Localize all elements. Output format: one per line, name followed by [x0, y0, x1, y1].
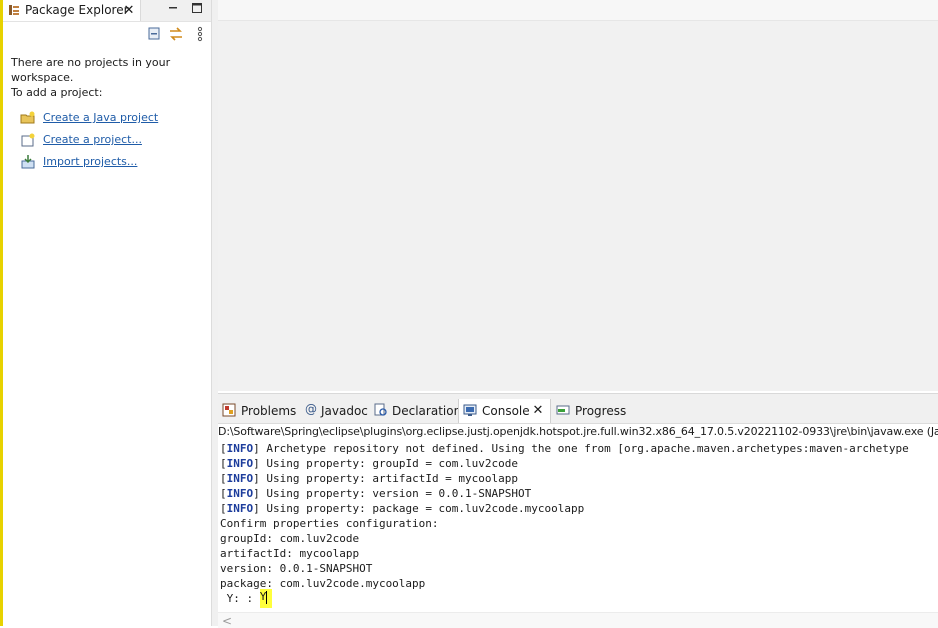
- console-line-text: Archetype repository not defined. Using …: [266, 442, 909, 455]
- console-line: [INFO] Using property: package = com.luv…: [220, 502, 585, 515]
- info-tag: INFO: [226, 442, 254, 455]
- console-line-text: Using property: package = com.luv2code.m…: [266, 502, 585, 515]
- package-explorer-icon: [9, 5, 19, 15]
- minimize-icon[interactable]: [167, 2, 179, 14]
- editor-area: [218, 0, 938, 391]
- console-line: groupId: com.luv2code: [220, 532, 360, 545]
- tab-javadoc[interactable]: @ Javadoc: [300, 399, 370, 423]
- progress-icon: [556, 405, 570, 415]
- console-prompt: Y: :: [220, 592, 260, 605]
- package-explorer-toolbar: [3, 22, 211, 46]
- bottom-panel: Problems @ Javadoc Declaration Console ✕: [218, 393, 938, 628]
- bottom-tabbar: Problems @ Javadoc Declaration Console ✕: [218, 394, 938, 424]
- view-sash[interactable]: [211, 0, 218, 626]
- new-project-icon: [21, 133, 35, 147]
- package-explorer-tabbar: Package Explorer ✕: [3, 0, 211, 22]
- package-explorer-view: Package Explorer ✕ There are no projects…: [3, 0, 211, 626]
- console-line-text: Using property: artifactId = mycoolapp: [266, 472, 519, 485]
- console-line: artifactId: mycoolapp: [220, 547, 360, 560]
- console-input[interactable]: Y: [259, 589, 273, 608]
- collapse-all-icon[interactable]: [146, 26, 162, 42]
- tab-problems[interactable]: Problems: [218, 399, 298, 423]
- console-line: Confirm properties configuration:: [220, 517, 439, 530]
- console-process-path: D:\Software\Spring\eclipse\plugins\org.e…: [218, 425, 938, 438]
- new-java-project-icon: [20, 111, 35, 124]
- editor-tabbar: [218, 0, 938, 21]
- tab-console[interactable]: Console ✕: [458, 399, 551, 423]
- problems-icon: [222, 403, 236, 417]
- text-cursor: [266, 590, 268, 604]
- maximize-icon[interactable]: [191, 2, 203, 14]
- close-icon[interactable]: ✕: [531, 404, 545, 418]
- tab-package-explorer-label: Package Explorer: [25, 3, 129, 17]
- console-line-text: Using property: version = 0.0.1-SNAPSHOT: [266, 487, 532, 500]
- tab-package-explorer[interactable]: Package Explorer ✕: [3, 0, 141, 21]
- console-line: [INFO] Using property: version = 0.0.1-S…: [220, 487, 532, 500]
- tab-progress-label: Progress: [575, 404, 627, 418]
- declaration-icon: [374, 403, 387, 416]
- tab-console-label: Console: [482, 404, 530, 418]
- console-line: [INFO] Archetype repository not defined.…: [220, 442, 909, 455]
- console-output[interactable]: [INFO] Archetype repository not defined.…: [220, 441, 938, 613]
- console-line: version: 0.0.1-SNAPSHOT: [220, 562, 373, 575]
- console-line: [INFO] Using property: artifactId = myco…: [220, 472, 519, 485]
- create-project-link[interactable]: Create a project...: [43, 133, 142, 146]
- info-tag: INFO: [226, 487, 254, 500]
- console-line-text: Using property: groupId = com.luv2code: [266, 457, 519, 470]
- import-projects-link[interactable]: Import projects...: [43, 155, 137, 168]
- add-project-text: To add a project:: [11, 86, 103, 99]
- tab-declaration[interactable]: Declaration: [370, 399, 461, 423]
- link-with-editor-icon[interactable]: [168, 26, 184, 42]
- console-line: package: com.luv2code.mycoolapp: [220, 577, 426, 590]
- create-java-project-link[interactable]: Create a Java project: [43, 111, 158, 124]
- empty-workspace-text: There are no projects in your workspace.: [11, 56, 171, 84]
- tab-problems-label: Problems: [241, 404, 297, 418]
- import-icon: [21, 155, 35, 169]
- info-tag: INFO: [226, 502, 254, 515]
- console-line: [INFO] Using property: groupId = com.luv…: [220, 457, 519, 470]
- console-input-value: Y: [259, 590, 267, 603]
- console-icon: [463, 404, 477, 416]
- javadoc-icon: @: [305, 402, 317, 416]
- close-icon[interactable]: ✕: [122, 4, 136, 18]
- view-menu-icon[interactable]: [192, 26, 208, 42]
- console-prompt-line[interactable]: Y: : Y: [220, 589, 938, 608]
- info-tag: INFO: [226, 472, 254, 485]
- empty-workspace-message: There are no projects in your workspace.…: [11, 55, 207, 100]
- tab-declaration-label: Declaration: [392, 404, 462, 418]
- tab-progress[interactable]: Progress: [552, 399, 632, 423]
- info-tag: INFO: [226, 457, 254, 470]
- tab-javadoc-label: Javadoc: [321, 404, 368, 418]
